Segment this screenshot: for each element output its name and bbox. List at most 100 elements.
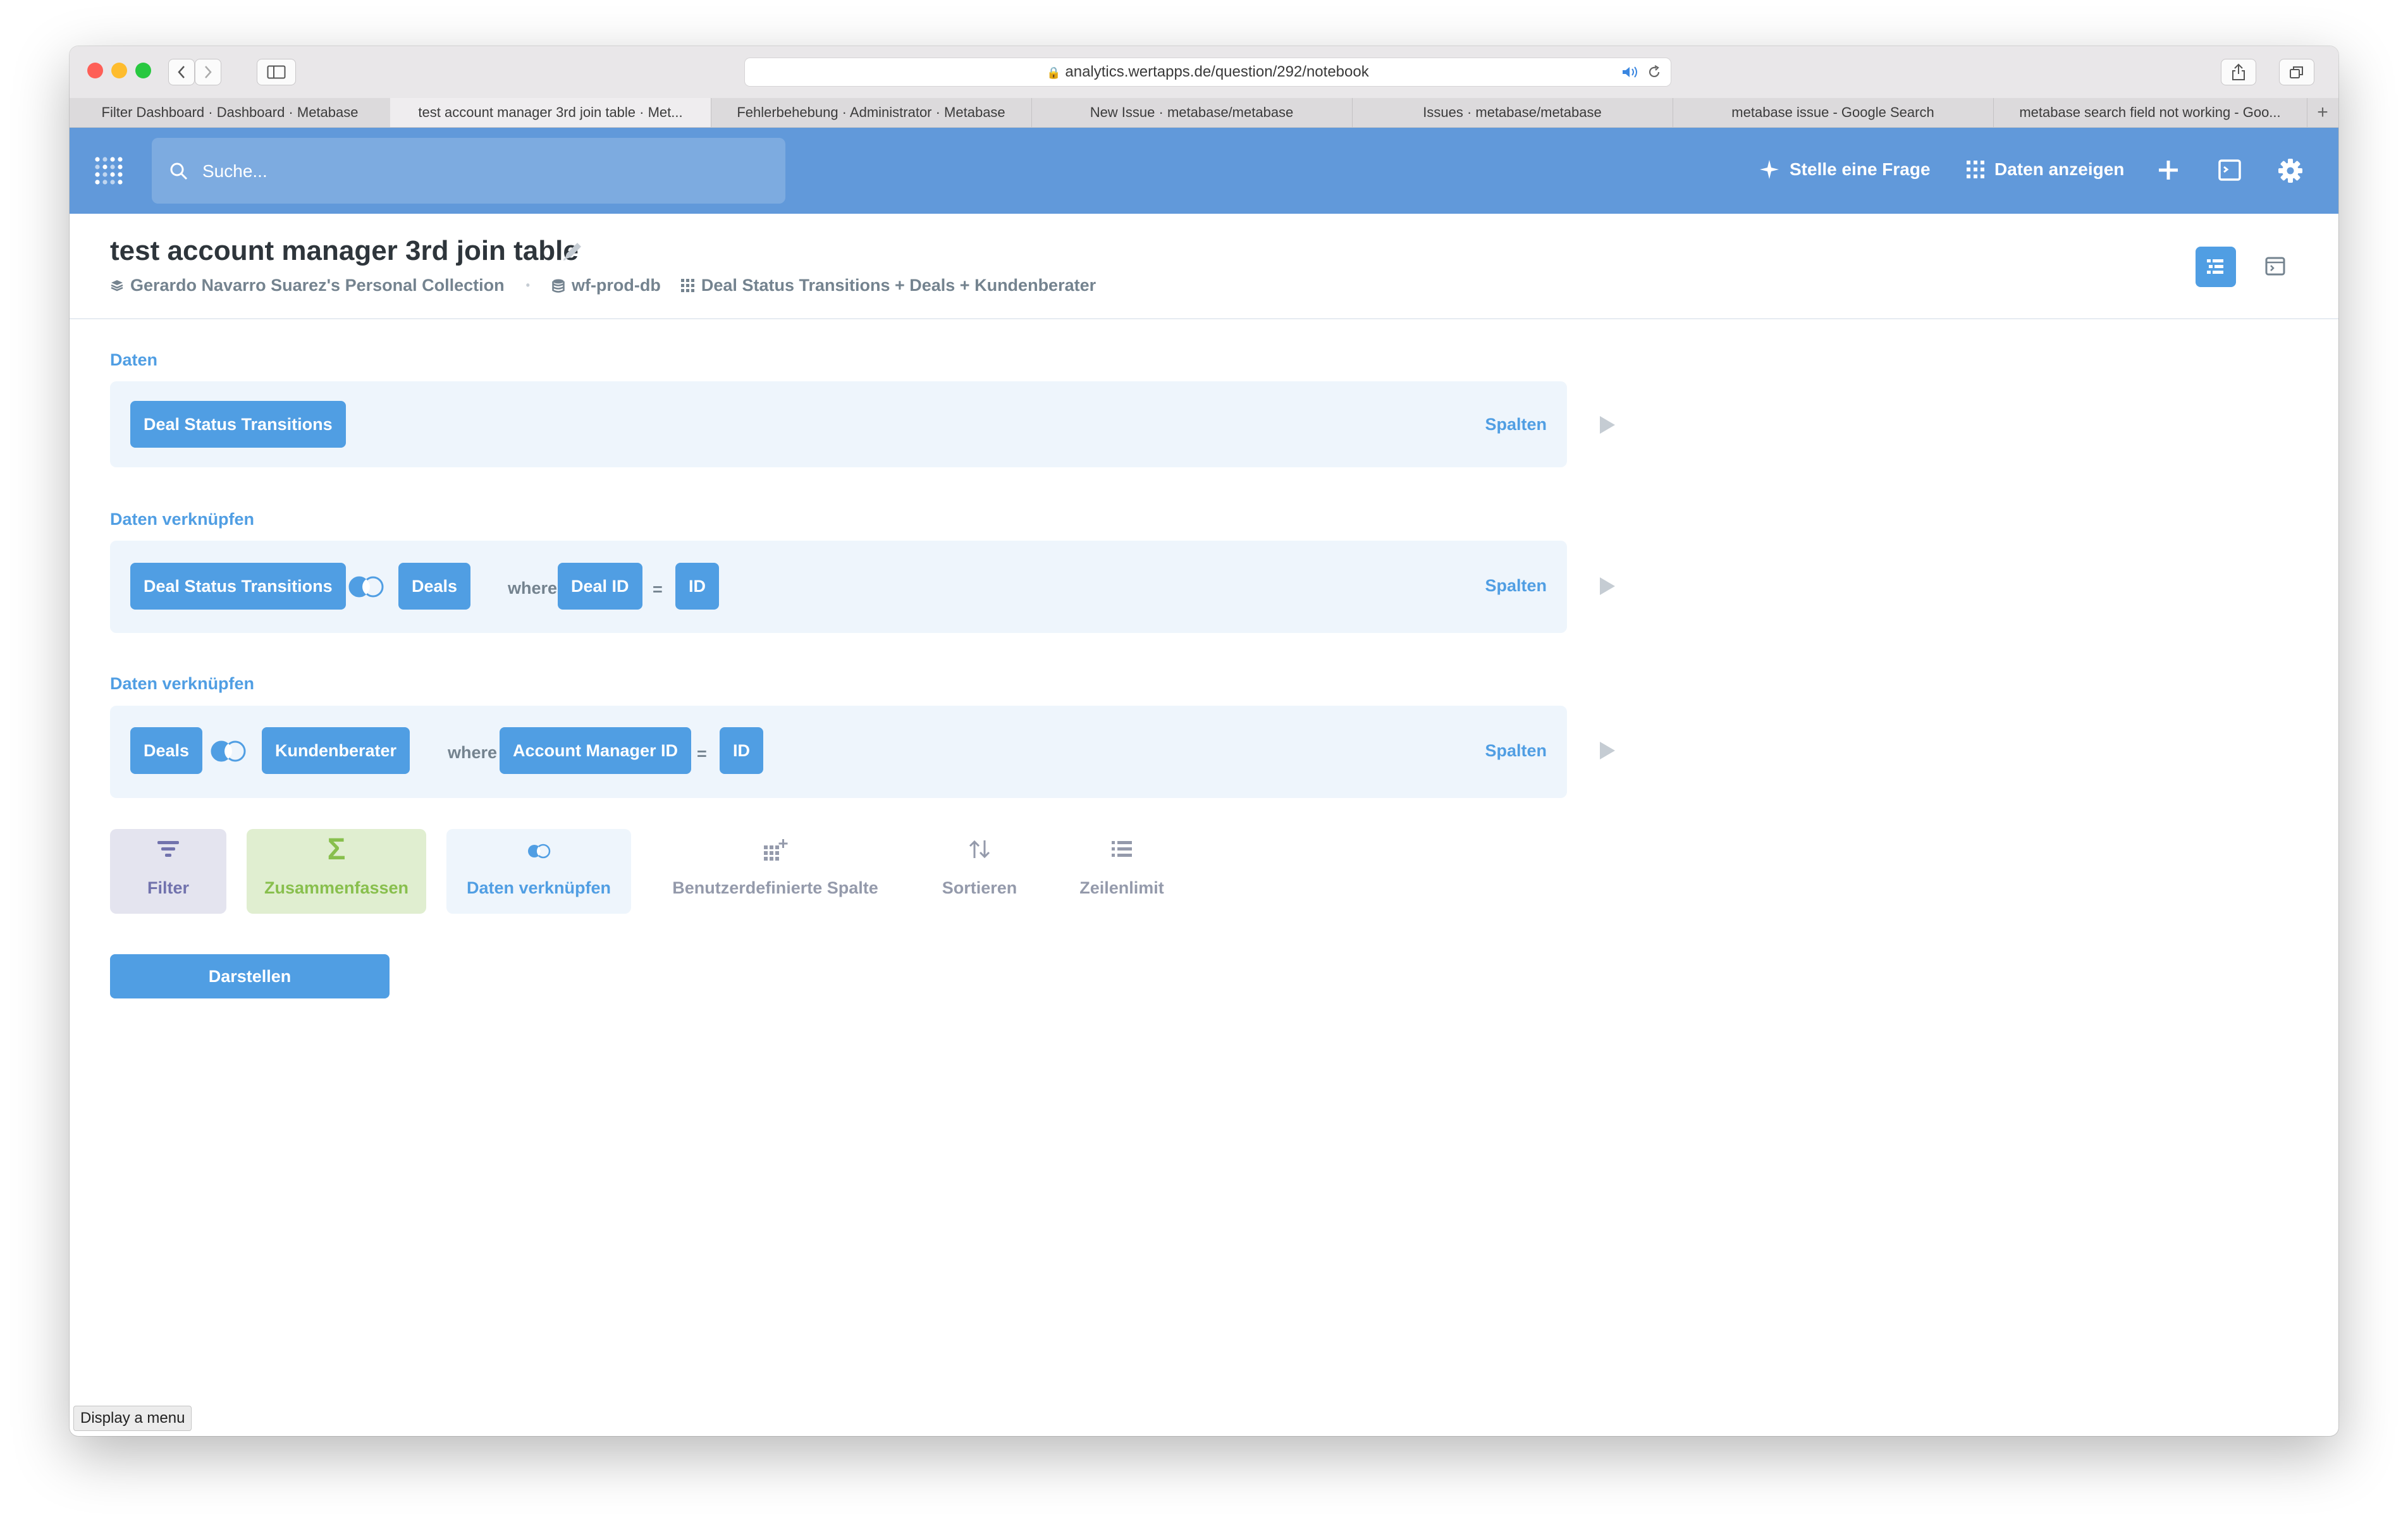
tab-label: metabase search field not working - Goo.…: [2019, 104, 2281, 120]
browse-data-label: Daten anzeigen: [1994, 159, 2125, 179]
share-button[interactable]: [2221, 59, 2256, 85]
row-limit-label: Zeilenlimit: [1079, 878, 1164, 897]
back-button[interactable]: [168, 59, 195, 85]
join-right-table-pill[interactable]: Kundenberater: [262, 727, 410, 774]
gear-icon[interactable]: [2278, 158, 2303, 183]
browse-data-button[interactable]: Daten anzeigen: [1967, 159, 2124, 180]
lock-icon: 🔒: [1047, 66, 1061, 79]
preview-play-icon[interactable]: [1600, 742, 1615, 759]
breadcrumb-database[interactable]: wf-prod-db: [572, 276, 661, 295]
join-step-label: Daten verknüpfen: [110, 510, 255, 529]
browser-window: 🔒 analytics.wertapps.de/question/292/not…: [70, 46, 2338, 1436]
new-tab-button[interactable]: +: [2307, 98, 2338, 127]
browser-tab[interactable]: Issues · metabase/metabase: [1352, 98, 1673, 127]
url-value: analytics.wertapps.de/question/292/noteb…: [1065, 63, 1369, 80]
preview-play-icon[interactable]: [1600, 416, 1615, 434]
database-icon: [552, 279, 565, 293]
join-step: Deals Kundenberater where Account Manage…: [110, 706, 1567, 798]
sql-editor-icon[interactable]: [2218, 159, 2241, 181]
chevron-left-icon: [178, 66, 185, 78]
row-limit-button[interactable]: Zeilenlimit: [1065, 829, 1179, 914]
sidebar-icon: [267, 65, 286, 79]
join-left-field-pill[interactable]: Deal ID: [558, 563, 642, 610]
filter-button[interactable]: Filter: [110, 829, 226, 914]
data-columns-link[interactable]: Spalten: [1485, 415, 1547, 434]
join-type-icon[interactable]: [347, 575, 386, 598]
tab-overview-button[interactable]: [2279, 59, 2314, 85]
sort-label: Sortieren: [942, 878, 1017, 897]
join-left-field-pill[interactable]: Account Manager ID: [500, 727, 692, 774]
sparkle-icon: [1760, 160, 1779, 179]
status-tooltip: Display a menu: [73, 1406, 192, 1431]
plus-icon: +: [2317, 102, 2328, 123]
tab-label: New Issue · metabase/metabase: [1090, 104, 1294, 120]
browser-tab[interactable]: metabase search field not working - Goo.…: [1993, 98, 2307, 127]
data-step-label: Daten: [110, 350, 158, 369]
ask-question-button[interactable]: Stelle eine Frage: [1759, 159, 1931, 180]
breadcrumb-collection[interactable]: Gerardo Navarro Suarez's Personal Collec…: [130, 276, 505, 295]
sql-view-icon[interactable]: [2265, 257, 2285, 276]
tab-label: metabase issue - Google Search: [1731, 104, 1934, 120]
custom-column-label: Benutzerdefinierte Spalte: [672, 878, 878, 897]
join-data-button[interactable]: Daten verknüpfen: [446, 829, 631, 914]
tab-label: Issues · metabase/metabase: [1423, 104, 1602, 120]
plus-icon[interactable]: [2158, 159, 2179, 181]
breadcrumb-separator: •: [525, 279, 530, 292]
join-step-label: Daten verknüpfen: [110, 674, 255, 693]
filter-label: Filter: [147, 878, 189, 897]
join-left-table-pill[interactable]: Deals: [130, 727, 203, 774]
sort-button[interactable]: Sortieren: [927, 829, 1032, 914]
join-columns-link[interactable]: Spalten: [1485, 576, 1547, 596]
share-icon: [2232, 63, 2245, 80]
search-bar[interactable]: Suche...: [152, 138, 785, 204]
join-right-field-pill[interactable]: ID: [675, 563, 719, 610]
pencil-icon[interactable]: [561, 239, 585, 263]
join-operator[interactable]: =: [653, 580, 663, 599]
notebook-view-button[interactable]: [2196, 247, 2236, 287]
question-title[interactable]: test account manager 3rd join table: [110, 235, 579, 267]
visualize-button[interactable]: Darstellen: [110, 954, 390, 998]
forward-button[interactable]: [195, 59, 221, 85]
table-icon: [680, 278, 694, 292]
add-column-icon: [764, 839, 788, 861]
join-where-text: where: [508, 579, 558, 598]
breadcrumb-tables[interactable]: Deal Status Transitions + Deals + Kunden…: [701, 276, 1096, 295]
data-step: Deal Status Transitions Spalten: [110, 381, 1567, 467]
tab-label: Fehlerbehebung · Administrator · Metabas…: [737, 104, 1005, 120]
minimize-window-button[interactable]: [111, 63, 127, 78]
join-data-label: Daten verknüpfen: [466, 878, 611, 897]
browser-toolbar: 🔒 analytics.wertapps.de/question/292/not…: [70, 46, 2338, 99]
reload-icon[interactable]: [1647, 64, 1662, 80]
join-where-text: where: [448, 743, 498, 762]
browser-tab[interactable]: New Issue · metabase/metabase: [1031, 98, 1353, 127]
join-right-field-pill[interactable]: ID: [720, 727, 763, 774]
sidebar-toggle-button[interactable]: [257, 59, 296, 85]
summarize-button[interactable]: Σ Zusammenfassen: [247, 829, 426, 914]
browser-tab[interactable]: metabase issue - Google Search: [1673, 98, 1994, 127]
join-columns-link[interactable]: Spalten: [1485, 741, 1547, 761]
filter-icon: [157, 841, 179, 857]
url-text: 🔒 analytics.wertapps.de/question/292/not…: [745, 58, 1671, 86]
join-type-icon[interactable]: [209, 740, 248, 763]
custom-column-button[interactable]: Benutzerdefinierte Spalte: [664, 829, 887, 914]
data-table-pill[interactable]: Deal Status Transitions: [130, 401, 346, 448]
question-header: test account manager 3rd join table Gera…: [70, 214, 2338, 319]
join-left-table-pill[interactable]: Deal Status Transitions: [130, 563, 346, 610]
metabase-navbar: Suche... Stelle eine Frage Daten anzeige…: [70, 128, 2338, 214]
browser-tab-active[interactable]: test account manager 3rd join table · Me…: [390, 98, 711, 127]
browser-tab[interactable]: Filter Dashboard · Dashboard · Metabase: [70, 98, 391, 127]
summarize-label: Zusammenfassen: [264, 878, 409, 897]
join-right-table-pill[interactable]: Deals: [398, 563, 471, 610]
zoom-window-button[interactable]: [135, 63, 151, 78]
close-window-button[interactable]: [87, 63, 103, 78]
tab-label: Filter Dashboard · Dashboard · Metabase: [101, 104, 359, 120]
search-input[interactable]: Suche...: [202, 161, 267, 181]
audio-icon[interactable]: [1621, 65, 1640, 79]
preview-play-icon[interactable]: [1600, 577, 1615, 595]
address-bar[interactable]: 🔒 analytics.wertapps.de/question/292/not…: [744, 58, 1671, 87]
collection-icon: [111, 279, 123, 291]
metabase-logo-icon[interactable]: [94, 156, 126, 188]
join-operator[interactable]: =: [697, 744, 707, 764]
tab-label: test account manager 3rd join table · Me…: [418, 104, 683, 120]
browser-tab[interactable]: Fehlerbehebung · Administrator · Metabas…: [711, 98, 1032, 127]
